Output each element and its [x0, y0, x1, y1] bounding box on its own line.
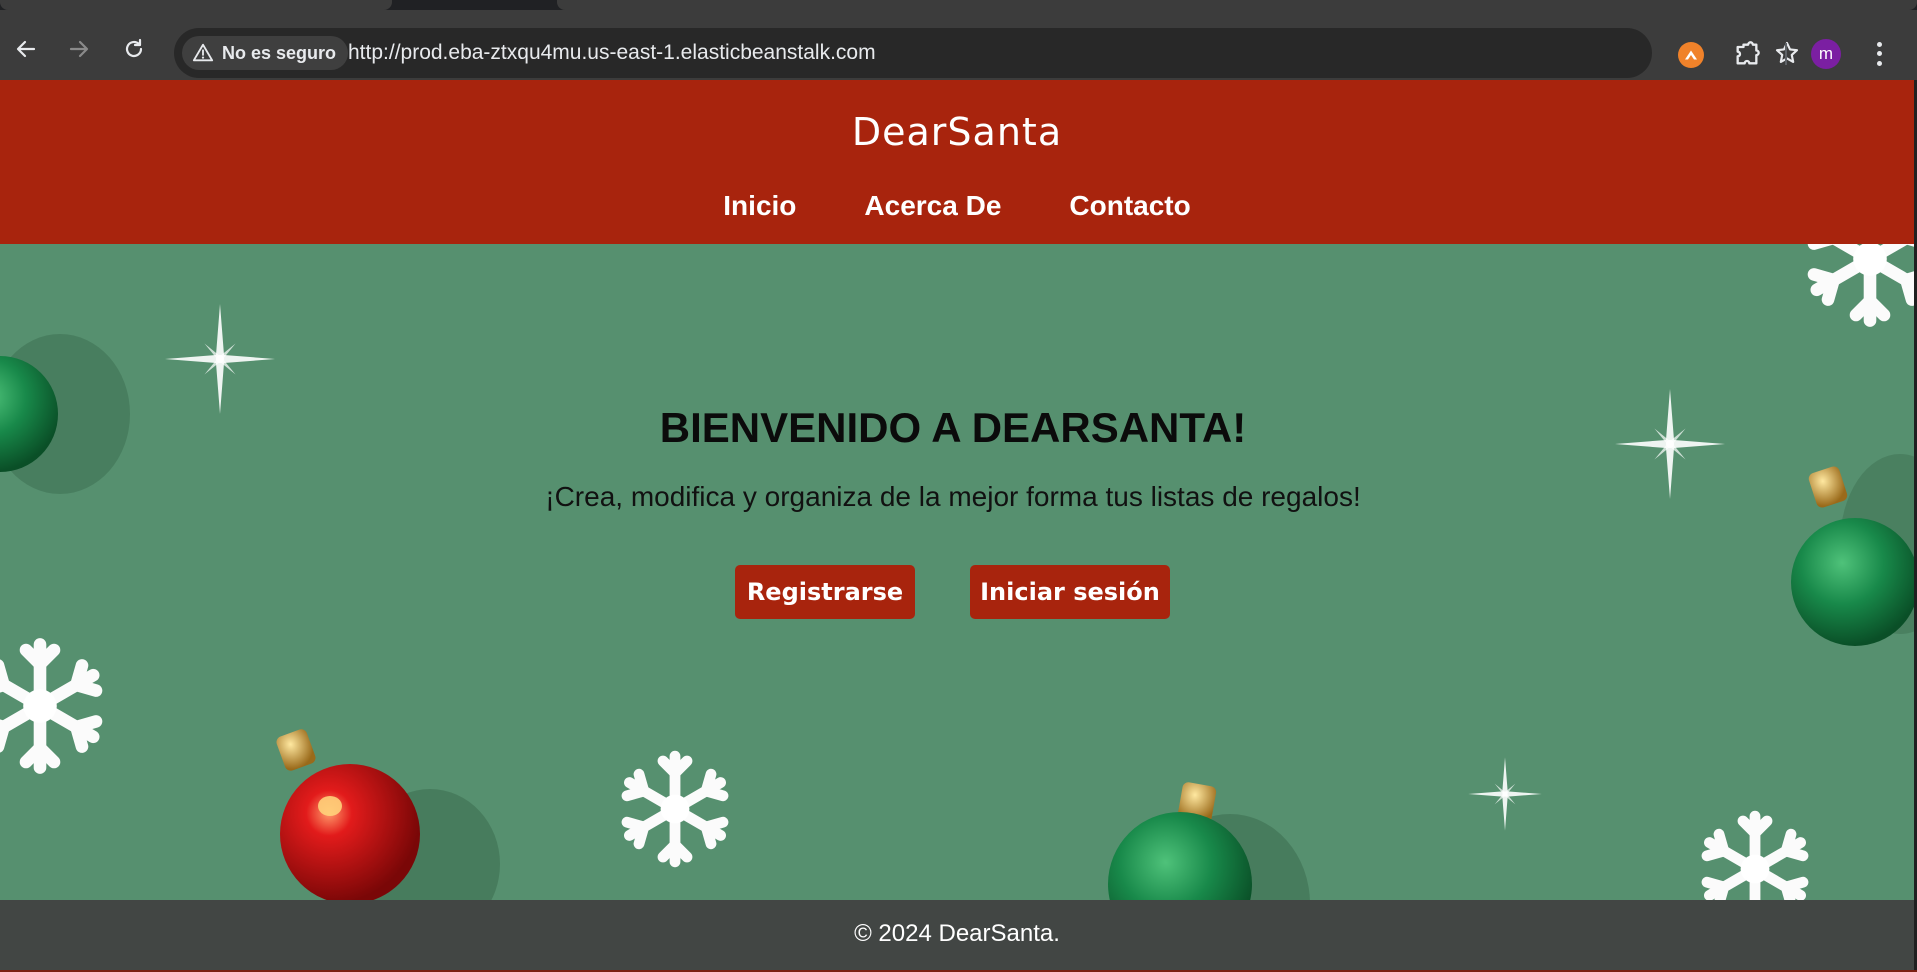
security-chip[interactable]: No es seguro: [182, 36, 349, 70]
hero-subtitle: ¡Crea, modifica y organiza de la mejor f…: [545, 481, 1361, 512]
hero-title: BIENVENIDO A DEARSANTA!: [659, 404, 1247, 451]
site-header: DearSanta Inicio Acerca De Contacto: [0, 80, 1914, 244]
toolbar-divider: [1785, 43, 1787, 65]
footer-copyright: © 2024 DearSanta.: [854, 920, 1060, 947]
tab-inactive[interactable]: [0, 0, 392, 10]
site-footer: © 2024 DearSanta.: [0, 900, 1914, 970]
forward-button[interactable]: [61, 31, 97, 67]
reload-button[interactable]: [116, 31, 152, 67]
back-icon: [16, 40, 36, 58]
security-label: No es seguro: [222, 42, 337, 63]
tab-inactive[interactable]: [557, 0, 1917, 10]
reload-icon: [125, 38, 143, 58]
hero-section: BIENVENIDO A DEARSANTA! ¡Crea, modifica …: [0, 244, 1914, 900]
forward-icon: [69, 40, 89, 58]
page-viewport: DearSanta Inicio Acerca De Contacto BIEN…: [0, 80, 1917, 972]
nav-link-inicio[interactable]: Inicio: [723, 190, 796, 222]
url-text[interactable]: http://prod.eba-ztxqu4mu.us-east-1.elast…: [348, 41, 876, 65]
profile-avatar[interactable]: m: [1811, 39, 1841, 69]
christmas-background-image: [0, 244, 1914, 900]
bookmark-star-icon[interactable]: [1774, 40, 1800, 66]
address-bar[interactable]: No es seguro http://prod.eba-ztxqu4mu.us…: [174, 28, 1799, 78]
back-button[interactable]: [8, 31, 44, 67]
tab-strip: [0, 0, 1917, 10]
nav-link-contacto[interactable]: Contacto: [1069, 190, 1190, 222]
menu-icon[interactable]: [1869, 40, 1889, 68]
browser-chrome: No es seguro http://prod.eba-ztxqu4mu.us…: [0, 0, 1917, 80]
extension-glyph: [1685, 50, 1697, 60]
warning-icon: [192, 43, 214, 62]
brand-logo[interactable]: DearSanta: [0, 110, 1914, 154]
puzzle-icon[interactable]: [1733, 40, 1761, 68]
nav-link-acerca-de[interactable]: Acerca De: [864, 190, 1001, 222]
browser-toolbar: No es seguro http://prod.eba-ztxqu4mu.us…: [0, 10, 1917, 80]
extension-icon[interactable]: [1678, 42, 1704, 68]
site: DearSanta Inicio Acerca De Contacto BIEN…: [0, 80, 1914, 970]
login-button[interactable]: Iniciar sesión: [970, 565, 1170, 619]
main-nav: Inicio Acerca De Contacto: [0, 190, 1914, 222]
register-button[interactable]: Registrarse: [735, 565, 915, 619]
